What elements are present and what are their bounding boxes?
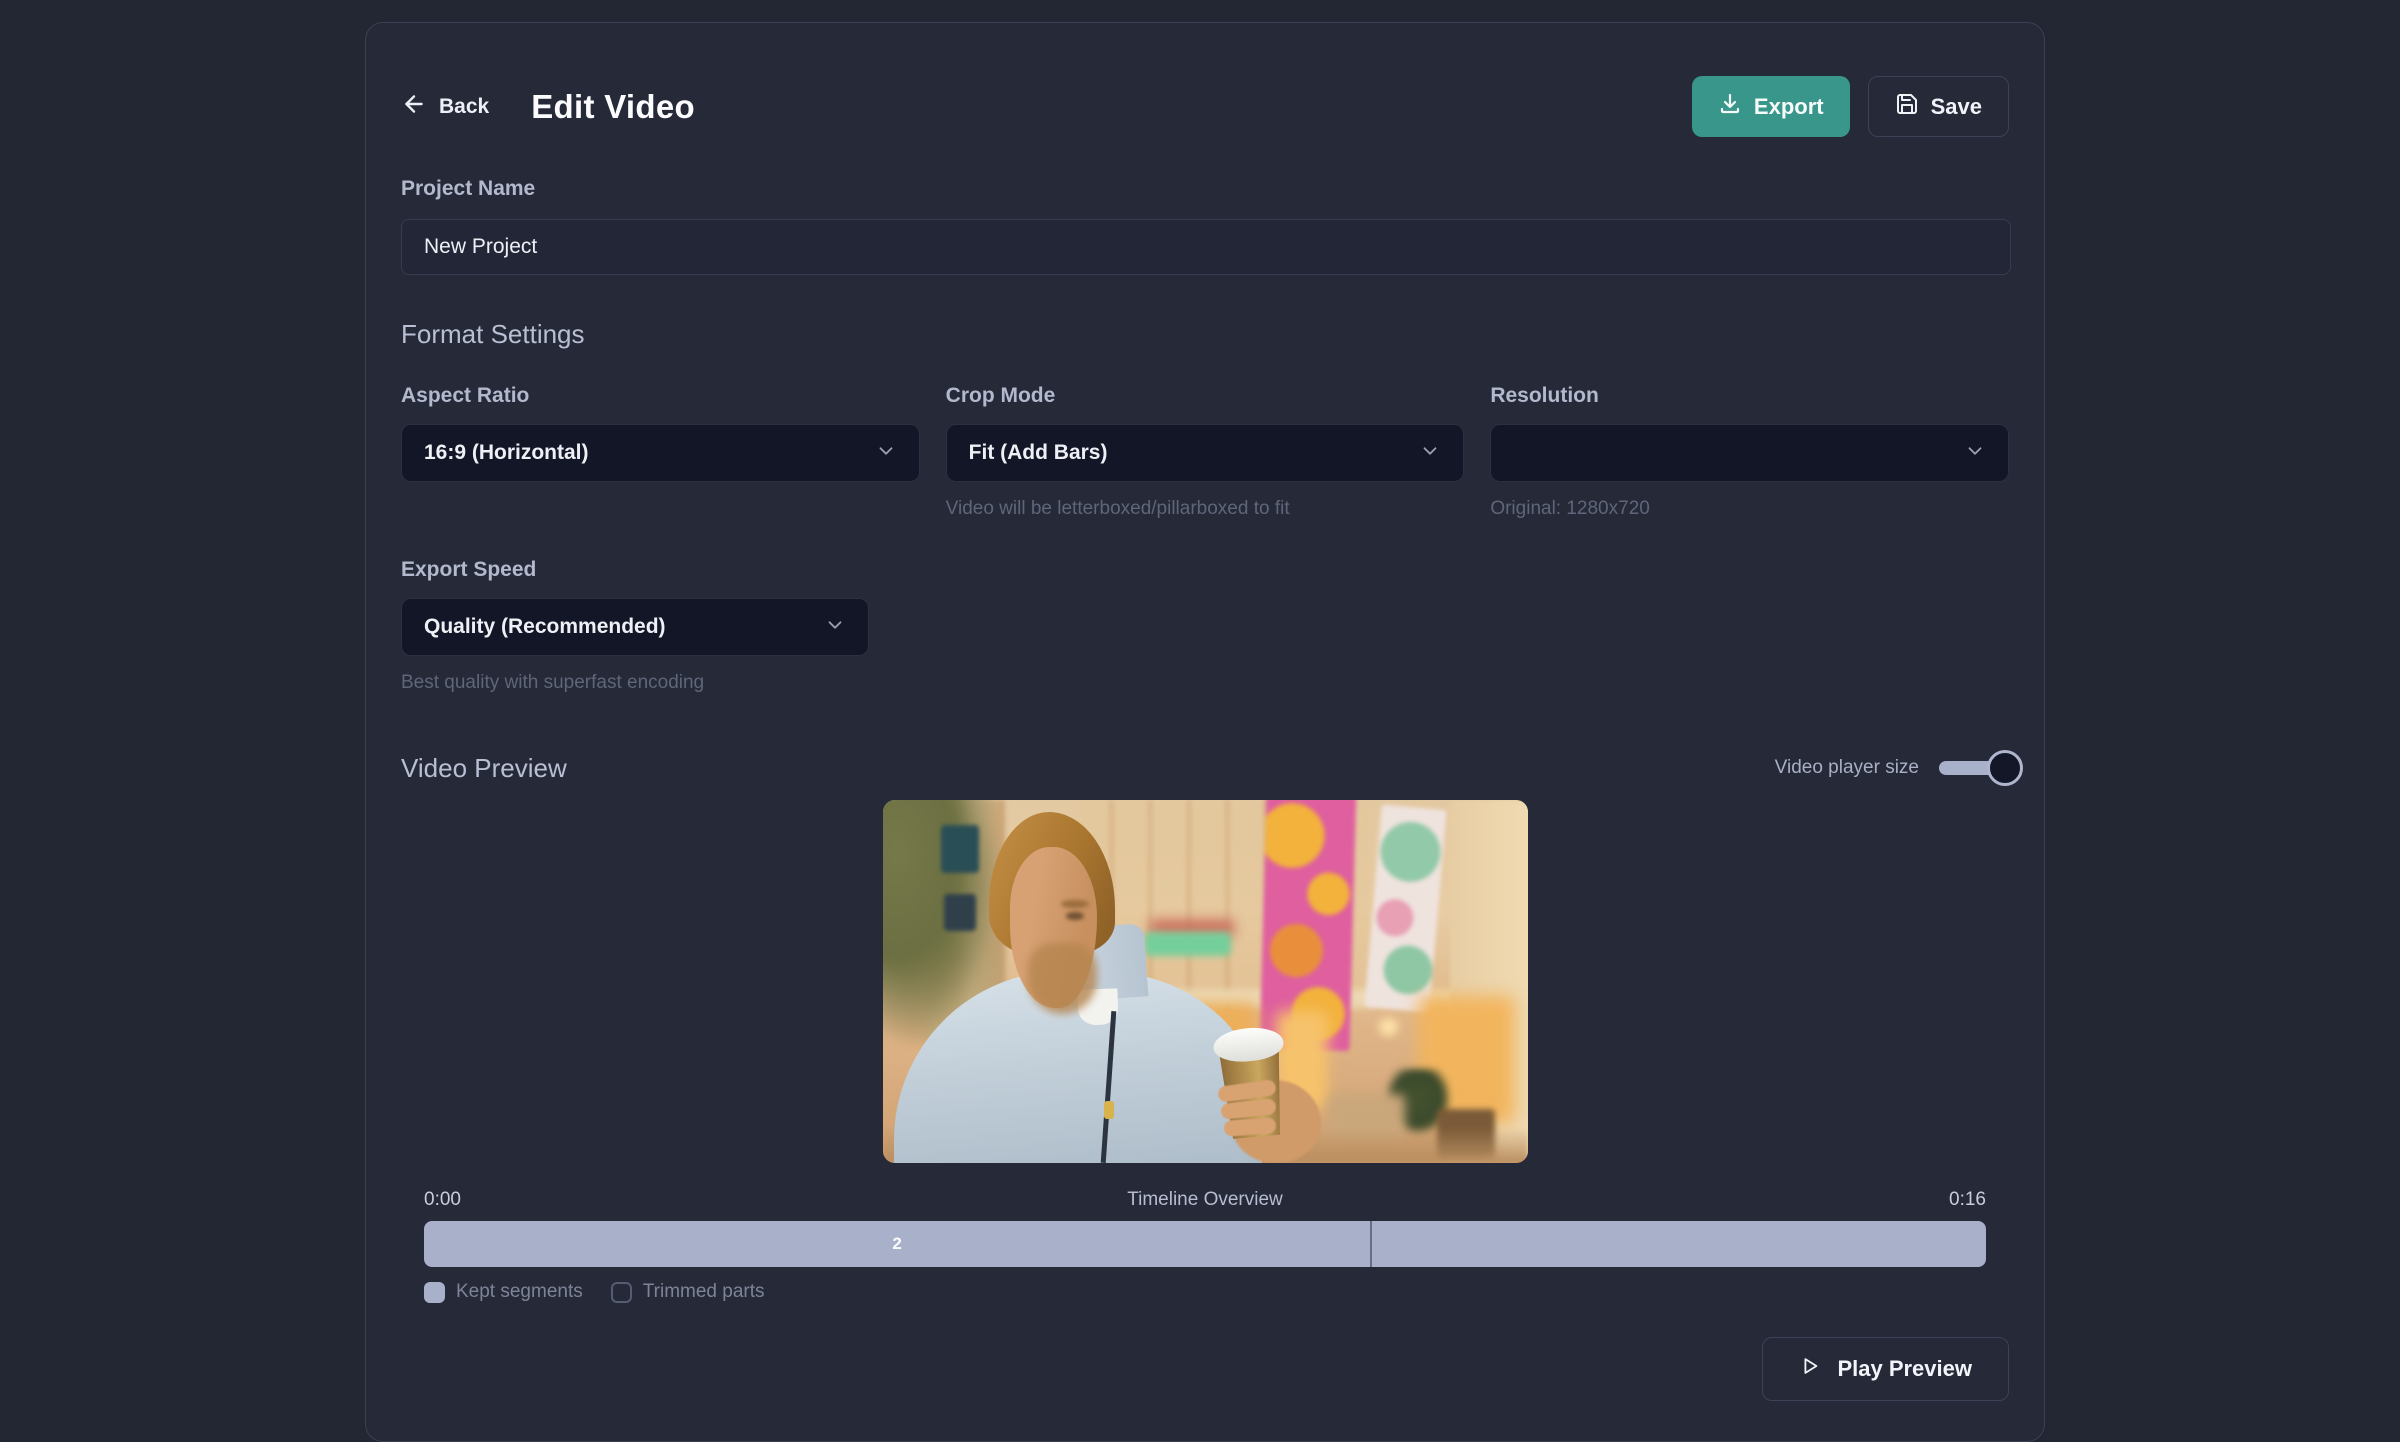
player-size-label: Video player size <box>1775 757 1919 779</box>
head <box>994 822 1122 1018</box>
page-title: Edit Video <box>531 88 695 126</box>
export-speed-label: Export Speed <box>401 558 2009 582</box>
header-actions: Export Save <box>1692 76 2009 137</box>
crop-mode-helper: Video will be letterboxed/pillarboxed to… <box>946 498 1465 520</box>
resolution-field: Resolution Original: 1280x720 <box>1490 384 2009 520</box>
pastel-banner <box>1364 805 1446 1013</box>
format-settings-grid: Aspect Ratio 16:9 (Horizontal) Crop Mode… <box>401 384 2009 520</box>
export-speed-field: Export Speed Quality (Recommended) Best … <box>401 558 2009 694</box>
resolution-helper: Original: 1280x720 <box>1490 498 2009 520</box>
aspect-ratio-field: Aspect Ratio 16:9 (Horizontal) <box>401 384 920 520</box>
crop-mode-select[interactable]: Fit (Add Bars) <box>946 424 1465 482</box>
play-icon <box>1799 1355 1821 1383</box>
project-name-label: Project Name <box>401 177 2009 201</box>
arrow-left-icon <box>401 91 427 123</box>
back-button[interactable]: Back <box>401 91 489 123</box>
trimmed-parts-swatch <box>611 1282 632 1303</box>
chevron-down-icon <box>824 614 846 641</box>
video-preview-heading: Video Preview <box>401 753 567 784</box>
download-icon <box>1718 92 1742 122</box>
video-preview-header: Video Preview Video player size <box>401 750 2009 786</box>
player-size-slider[interactable] <box>1939 750 2009 786</box>
aspect-ratio-label: Aspect Ratio <box>401 384 920 408</box>
timeline-segment[interactable]: 2 <box>424 1221 1372 1267</box>
back-label: Back <box>439 95 489 119</box>
timeline-end-time: 0:16 <box>1949 1189 1986 1211</box>
timeline-labels: 0:00 Timeline Overview 0:16 <box>424 1189 1986 1211</box>
aspect-ratio-value: 16:9 (Horizontal) <box>424 441 589 465</box>
play-preview-button[interactable]: Play Preview <box>1762 1337 2009 1401</box>
chevron-down-icon <box>1964 440 1986 467</box>
timeline-bar[interactable]: 2 <box>424 1221 1986 1267</box>
export-speed-value: Quality (Recommended) <box>424 615 666 639</box>
kept-segments-swatch <box>424 1282 445 1303</box>
video-preview-frame[interactable] <box>883 800 1528 1163</box>
format-settings-heading: Format Settings <box>401 319 2009 350</box>
export-button[interactable]: Export <box>1692 76 1850 137</box>
export-label: Export <box>1754 94 1824 120</box>
crop-mode-value: Fit (Add Bars) <box>969 441 1108 465</box>
eye <box>1066 912 1084 920</box>
lamp-light <box>1379 1018 1398 1036</box>
resolution-select[interactable] <box>1490 424 2009 482</box>
legend-label: Kept segments <box>456 1281 583 1303</box>
legend-item-kept: Kept segments <box>424 1281 583 1303</box>
chevron-down-icon <box>875 440 897 467</box>
chevron-down-icon <box>1419 440 1441 467</box>
crop-mode-field: Crop Mode Fit (Add Bars) Video will be l… <box>946 384 1465 520</box>
legend-label: Trimmed parts <box>643 1281 765 1303</box>
slider-thumb[interactable] <box>1987 750 2023 786</box>
play-preview-row: Play Preview <box>401 1337 2009 1401</box>
project-name-input[interactable] <box>401 219 2011 275</box>
zipper-pull <box>1104 1101 1114 1119</box>
timeline-start-time: 0:00 <box>424 1189 461 1211</box>
player-size-control: Video player size <box>1775 750 2009 786</box>
timeline-segment[interactable] <box>1372 1221 1986 1267</box>
legend-item-trimmed: Trimmed parts <box>611 1281 765 1303</box>
timeline-legend: Kept segments Trimmed parts <box>424 1281 1986 1303</box>
export-speed-select[interactable]: Quality (Recommended) <box>401 598 869 656</box>
aspect-ratio-select[interactable]: 16:9 (Horizontal) <box>401 424 920 482</box>
save-button[interactable]: Save <box>1868 76 2009 137</box>
project-name-section: Project Name <box>401 177 2009 275</box>
crop-mode-label: Crop Mode <box>946 384 1465 408</box>
header-left: Back Edit Video <box>401 88 695 126</box>
edit-video-panel: Back Edit Video Export Save Project Name… <box>365 22 2045 1442</box>
floppy-disk-icon <box>1895 92 1919 122</box>
save-label: Save <box>1931 94 1982 120</box>
timeline-section: 0:00 Timeline Overview 0:16 2 Kept segme… <box>401 1189 2009 1303</box>
resolution-label: Resolution <box>1490 384 2009 408</box>
beard <box>1028 943 1097 1014</box>
export-speed-helper: Best quality with superfast encoding <box>401 672 2009 694</box>
play-preview-label: Play Preview <box>1837 1356 1972 1382</box>
eyebrow <box>1061 900 1089 908</box>
timeline-title: Timeline Overview <box>1127 1189 1283 1211</box>
header: Back Edit Video Export Save <box>401 76 2009 137</box>
